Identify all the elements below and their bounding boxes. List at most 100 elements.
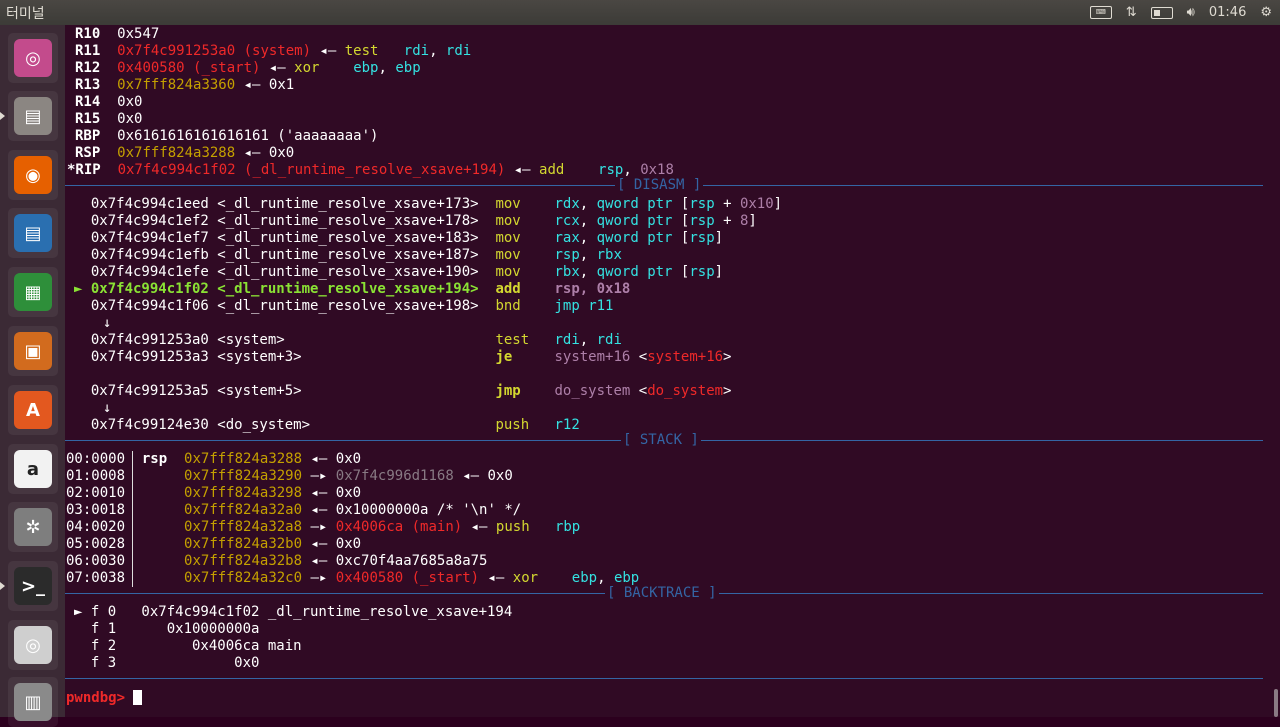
stack-label: rsp (141, 451, 176, 467)
launcher-libreoffice-impress[interactable]: ▣ (8, 326, 58, 376)
mnemonic: mov (495, 264, 521, 280)
launcher-files[interactable]: ▤ (8, 91, 58, 141)
marker-space (74, 417, 91, 433)
register-value: ◂— 0x1 (235, 77, 295, 93)
register-name: R15 (75, 111, 118, 127)
mnemonic: bnd (495, 298, 521, 314)
operand: rax (554, 230, 580, 246)
marker-space (74, 332, 91, 348)
terminal-window[interactable]: R10 0x547 R11 0x7f4c991253a0 (system) ◂— … (65, 25, 1280, 717)
operand: do_system (554, 383, 631, 399)
operand: [ (672, 264, 690, 280)
operand (580, 298, 588, 314)
stack-address: 0x7fff824a32a8 (184, 519, 303, 535)
operand: rcx (554, 213, 580, 229)
register-value: ebp (395, 60, 421, 76)
disasm-row: 0x7f4c991253a3 <system+3> je system+16 <… (74, 349, 732, 366)
operand: [ (672, 213, 690, 229)
register-name: R10 (75, 26, 118, 42)
file-cabinet-icon: ▤ (14, 97, 52, 135)
operand: , (579, 196, 597, 212)
keyboard-icon[interactable]: ⌨ (1089, 6, 1112, 19)
window-title: 터미널 (6, 5, 45, 22)
network-updown-icon[interactable]: ⇅ (1126, 5, 1137, 20)
launcher-amazon[interactable]: a (8, 444, 58, 494)
scrollbar-thumb[interactable] (1274, 689, 1278, 717)
register-name: R12 (75, 60, 118, 76)
stack-value: —▸ (302, 570, 336, 586)
operand: jmp (554, 298, 580, 314)
running-indicator (0, 112, 5, 120)
operand: r12 (554, 417, 580, 433)
operand: rbx (596, 247, 622, 263)
stack-offset: 01:0008 (66, 468, 126, 484)
instruction-address: 0x7f4c994c1efb <_dl_runtime_resolve_xsav… (90, 247, 479, 263)
register-name: *RIP (67, 162, 118, 178)
prompt-line[interactable]: pwndbg> (66, 690, 143, 707)
stack-value: ◂— 0x0 (302, 536, 362, 552)
launcher-terminal[interactable]: >_ (8, 561, 58, 611)
battery-icon[interactable] (1150, 6, 1173, 19)
operand: ] (773, 196, 783, 212)
impress-presentation-icon: ▣ (14, 332, 52, 370)
stack-offset: 00:0000 (66, 451, 126, 467)
launcher-ubuntu-dash[interactable]: ◎ (8, 33, 58, 83)
register-name: R13 (75, 77, 118, 93)
register-row: RSP 0x7fff824a3288 ◂— 0x0 (75, 145, 294, 162)
operand: , (579, 281, 597, 297)
operand: 0x18 (596, 281, 631, 297)
stack-address: 0x7fff824a32b0 (184, 536, 303, 552)
instruction-address: 0x7f4c991253a0 <system> (90, 332, 285, 348)
launcher-libreoffice-writer[interactable]: ▤ (8, 208, 58, 258)
register-row: R14 0x0 (75, 94, 142, 111)
disasm-section-title: [ DISASM ] (615, 177, 704, 194)
register-value: xor (294, 60, 320, 76)
launcher-system-settings[interactable]: ✲ (8, 502, 58, 552)
launcher-trash[interactable]: ▥ (8, 677, 58, 727)
operand: , (579, 213, 597, 229)
register-value: 0x7fff824a3360 (117, 77, 236, 93)
operand: system+16 (554, 349, 631, 365)
operand: < (630, 349, 648, 365)
stack-row: 02:0010 0x7fff824a3298 ◂— 0x0 (66, 485, 361, 502)
operand: > (723, 349, 732, 365)
launcher-dvd[interactable]: ◎ (8, 620, 58, 670)
launcher-libreoffice-calc[interactable]: ▦ (8, 267, 58, 317)
clock[interactable]: 01:46 (1209, 5, 1246, 20)
operand: ] (714, 230, 724, 246)
firefox-icon: ◉ (14, 156, 52, 194)
text-cursor[interactable] (133, 690, 143, 705)
stack-value (530, 519, 555, 535)
gear-icon[interactable]: ⚙ (1260, 5, 1272, 20)
register-value: 0x18 (640, 162, 674, 178)
shopping-bag-icon: A (14, 391, 52, 429)
stack-value: ◂— 0x0 (302, 451, 362, 467)
stack-row: 04:0020 0x7fff824a32a8 —▸ 0x4006ca (main… (66, 519, 580, 536)
marker-space (74, 383, 91, 399)
top-panel: 터미널 ⌨ ⇅ 🔊︎ 01:46 ⚙ (0, 0, 1280, 25)
register-value (564, 162, 598, 178)
operand: + (714, 196, 740, 212)
register-row: R13 0x7fff824a3360 ◂— 0x1 (75, 77, 294, 94)
marker-space (74, 247, 91, 263)
stack-label (142, 485, 176, 501)
volume-icon[interactable]: 🔊︎ (1187, 5, 1195, 20)
launcher-software-center[interactable]: A (8, 385, 58, 435)
launcher-firefox[interactable]: ◉ (8, 150, 58, 200)
